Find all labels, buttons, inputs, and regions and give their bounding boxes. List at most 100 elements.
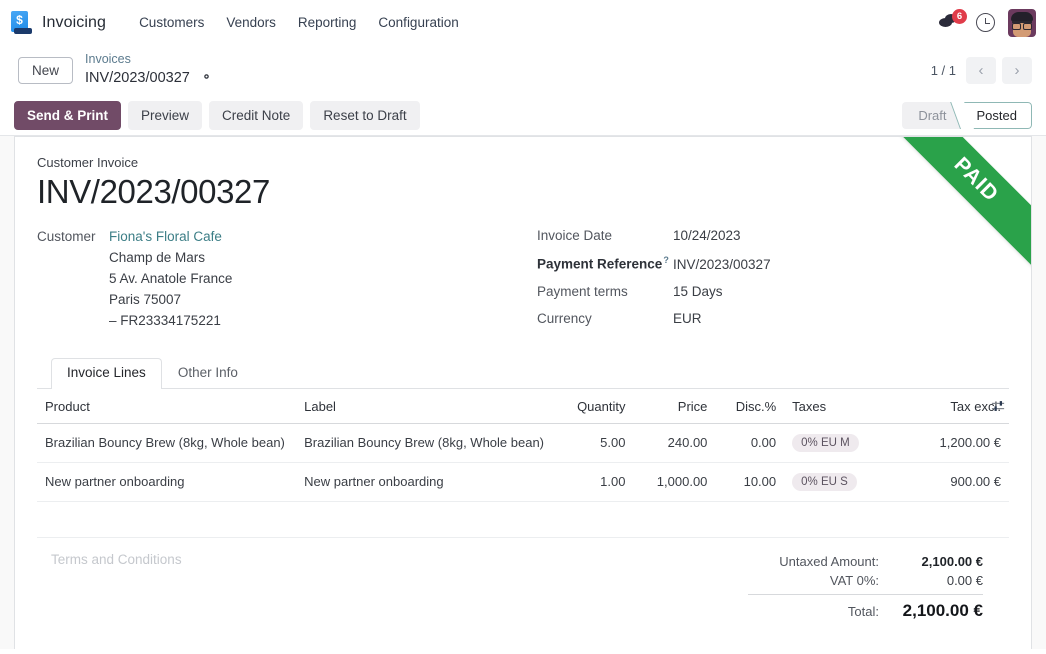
control-panel: Send & Print Preview Credit Note Reset t… — [0, 95, 1046, 136]
customer-address-line-3: Paris 75007 — [109, 289, 232, 310]
field-payment-reference: Payment Reference? INV/2023/00327 — [537, 255, 1009, 272]
invoice-fields-block: Invoice Date 10/24/2023 Payment Referenc… — [537, 226, 1009, 338]
cell-discount[interactable]: 0.00 — [715, 423, 784, 462]
sheet-footer: Terms and Conditions Untaxed Amount: 2,1… — [37, 538, 1009, 623]
cell-product[interactable]: Brazilian Bouncy Brew (8kg, Whole bean) — [37, 423, 296, 462]
invoice-dollar-icon[interactable] — [8, 10, 34, 36]
record-pager: 1 / 1 ‹ › — [931, 45, 1032, 95]
cell-tax-excl: 1,200.00 € — [904, 423, 1009, 462]
menu-vendors[interactable]: Vendors — [215, 10, 287, 35]
cell-discount[interactable]: 10.00 — [715, 462, 784, 501]
cell-quantity[interactable]: 1.00 — [552, 462, 633, 501]
avatar[interactable] — [1008, 9, 1036, 37]
breadcrumb-current-record: INV/2023/00327 — [85, 69, 190, 87]
messages-icon[interactable]: 6 — [939, 13, 963, 33]
pager-next-button[interactable]: › — [1002, 57, 1032, 84]
tax-badge: 0% EU M — [792, 434, 859, 452]
column-product: Product — [37, 389, 296, 424]
top-navbar: Invoicing Customers Vendors Reporting Co… — [0, 0, 1046, 45]
menu-customers[interactable]: Customers — [128, 10, 215, 35]
gear-icon[interactable] — [200, 70, 213, 83]
currency-value[interactable]: EUR — [673, 311, 702, 326]
status-step-posted[interactable]: Posted — [961, 102, 1032, 129]
customer-block: Customer Fiona's Floral Cafe Champ de Ma… — [37, 226, 537, 331]
chevron-right-icon: › — [1015, 63, 1020, 78]
menu-reporting[interactable]: Reporting — [287, 10, 368, 35]
table-header-row: Product Label Quantity Price Disc.% Taxe… — [37, 389, 1009, 424]
table-row[interactable]: New partner onboarding New partner onboa… — [37, 462, 1009, 501]
cell-label[interactable]: Brazilian Bouncy Brew (8kg, Whole bean) — [296, 423, 552, 462]
table-header: Product Label Quantity Price Disc.% Taxe… — [37, 389, 1009, 424]
customer-address-line-2: 5 Av. Anatole France — [109, 268, 232, 289]
status-bar: Draft Posted — [902, 102, 1032, 129]
new-button[interactable]: New — [18, 57, 73, 84]
table-empty-row[interactable] — [37, 501, 1009, 537]
sliders-icon[interactable] — [991, 399, 1005, 413]
sheet-background: PAID Customer Invoice INV/2023/00327 Cus… — [0, 136, 1046, 649]
cell-taxes[interactable]: 0% EU S — [784, 462, 904, 501]
invoice-date-label: Invoice Date — [537, 228, 673, 243]
untaxed-amount-label: Untaxed Amount: — [779, 554, 891, 569]
cell-tax-excl: 900.00 € — [904, 462, 1009, 501]
menu-configuration[interactable]: Configuration — [367, 10, 469, 35]
tab-other-info[interactable]: Other Info — [162, 358, 254, 389]
column-label: Label — [296, 389, 552, 424]
preview-button[interactable]: Preview — [128, 101, 202, 130]
breadcrumb-parent-invoices[interactable]: Invoices — [85, 52, 213, 68]
column-taxes: Taxes — [784, 389, 904, 424]
customer-vat: – FR23334175221 — [109, 310, 232, 331]
invoice-sheet: PAID Customer Invoice INV/2023/00327 Cus… — [14, 136, 1032, 649]
field-payment-terms: Payment terms 15 Days — [537, 284, 1009, 299]
cell-price[interactable]: 1,000.00 — [633, 462, 715, 501]
total-row: Total: 2,100.00 € — [748, 594, 983, 623]
total-value: 2,100.00 € — [891, 601, 983, 621]
customer-name-link[interactable]: Fiona's Floral Cafe — [109, 226, 232, 247]
column-discount: Disc.% — [715, 389, 784, 424]
payment-reference-value[interactable]: INV/2023/00327 — [673, 257, 771, 272]
untaxed-amount-value: 2,100.00 € — [891, 554, 983, 569]
notebook-tabs: Invoice Lines Other Info — [37, 358, 1009, 389]
invoice-date-value[interactable]: 10/24/2023 — [673, 228, 741, 243]
chevron-left-icon: ‹ — [979, 63, 984, 78]
payment-terms-value[interactable]: 15 Days — [673, 284, 723, 299]
field-invoice-date: Invoice Date 10/24/2023 — [537, 228, 1009, 243]
tab-invoice-lines[interactable]: Invoice Lines — [51, 358, 162, 389]
tax-badge: 0% EU S — [792, 473, 857, 491]
untaxed-amount-row: Untaxed Amount: 2,100.00 € — [748, 552, 983, 571]
vat-row: VAT 0%: 0.00 € — [748, 571, 983, 590]
empty-row-cell[interactable] — [37, 501, 1009, 537]
reset-to-draft-button[interactable]: Reset to Draft — [310, 101, 419, 130]
currency-label: Currency — [537, 311, 673, 326]
cell-quantity[interactable]: 5.00 — [552, 423, 633, 462]
table-row[interactable]: Brazilian Bouncy Brew (8kg, Whole bean) … — [37, 423, 1009, 462]
field-currency: Currency EUR — [537, 311, 1009, 326]
credit-note-button[interactable]: Credit Note — [209, 101, 303, 130]
totals-block: Untaxed Amount: 2,100.00 € VAT 0%: 0.00 … — [748, 552, 983, 623]
app-brand-title[interactable]: Invoicing — [42, 14, 106, 32]
pager-previous-button[interactable]: ‹ — [966, 57, 996, 84]
send-and-print-button[interactable]: Send & Print — [14, 101, 121, 130]
customer-label: Customer — [37, 226, 109, 331]
column-quantity: Quantity — [552, 389, 633, 424]
pager-count: 1 / 1 — [931, 63, 956, 78]
column-tax-excl: Tax excl. — [904, 389, 1009, 424]
document-type-label: Customer Invoice — [37, 155, 1009, 170]
header-fields: Customer Fiona's Floral Cafe Champ de Ma… — [37, 226, 1009, 338]
vat-value: 0.00 € — [891, 573, 983, 588]
invoice-lines-table: Product Label Quantity Price Disc.% Taxe… — [37, 389, 1009, 538]
terms-and-conditions-input[interactable]: Terms and Conditions — [37, 552, 748, 623]
cell-label[interactable]: New partner onboarding — [296, 462, 552, 501]
column-price: Price — [633, 389, 715, 424]
clock-icon[interactable] — [976, 13, 995, 32]
breadcrumb-bar: New Invoices INV/2023/00327 1 / 1 ‹ › — [0, 45, 1046, 95]
payment-terms-label: Payment terms — [537, 284, 673, 299]
breadcrumb: Invoices INV/2023/00327 — [85, 52, 213, 88]
customer-address-line-1: Champ de Mars — [109, 247, 232, 268]
table-body: Brazilian Bouncy Brew (8kg, Whole bean) … — [37, 423, 1009, 537]
cell-price[interactable]: 240.00 — [633, 423, 715, 462]
cell-product[interactable]: New partner onboarding — [37, 462, 296, 501]
cell-taxes[interactable]: 0% EU M — [784, 423, 904, 462]
page-title: INV/2023/00327 — [37, 174, 1009, 210]
help-icon[interactable]: ? — [663, 255, 669, 265]
payment-reference-label: Payment Reference? — [537, 255, 673, 272]
